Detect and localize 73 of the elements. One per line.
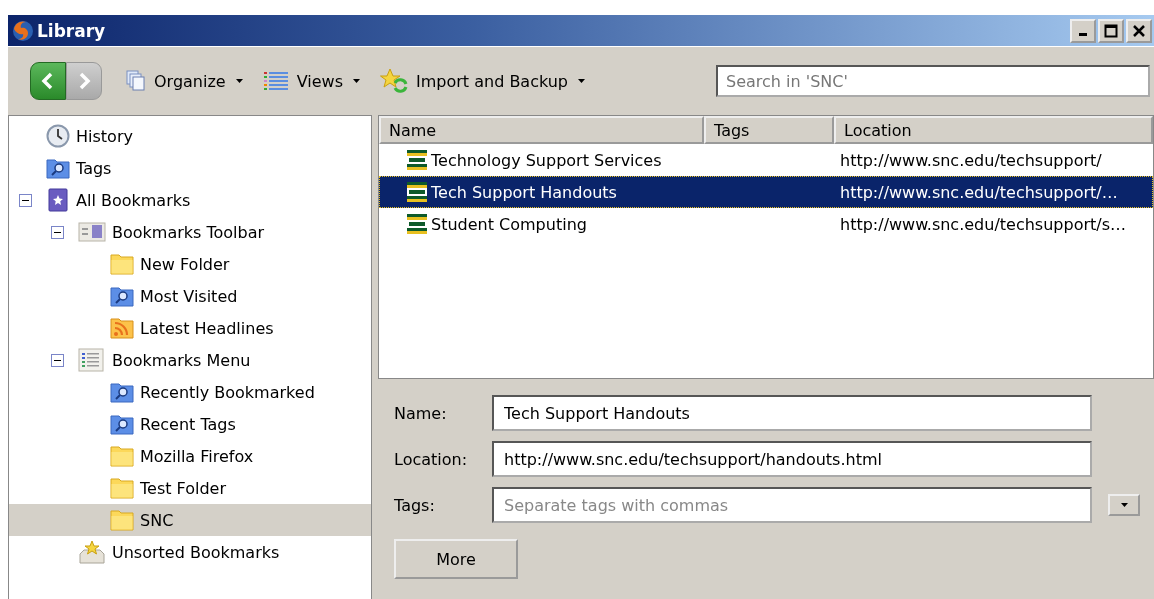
sidebar-item[interactable]: All Bookmarks: [9, 184, 371, 216]
sidebar-item[interactable]: Test Folder: [9, 472, 371, 504]
window-title: Library: [37, 20, 106, 41]
organize-menu-button[interactable]: Organize: [120, 66, 249, 96]
inbox-star-icon: [78, 540, 106, 564]
star-refresh-icon: [380, 68, 408, 94]
sidebar-item[interactable]: Most Visited: [9, 280, 371, 312]
minimize-icon: [1079, 33, 1087, 36]
bookmark-row[interactable]: Student Computing http://www.snc.edu/techsupport/s…: [379, 208, 1153, 240]
menu-list-icon: [78, 348, 106, 372]
bookmark-location: http://www.snc.edu/techsupport/: [840, 150, 1102, 170]
name-field[interactable]: Tech Support Handouts: [492, 395, 1092, 431]
folder-icon: [110, 444, 134, 468]
field-label: Location:: [394, 449, 469, 469]
search-folder-icon: [46, 156, 70, 180]
minimize-button[interactable]: [1070, 18, 1096, 43]
field-label: Tags:: [394, 495, 436, 515]
book-icon: [46, 188, 70, 212]
location-field[interactable]: http://www.snc.edu/techsupport/handouts.html: [492, 441, 1092, 477]
column-header[interactable]: Tags: [704, 116, 834, 144]
import-backup-menu-button[interactable]: Import and Backup: [374, 64, 592, 98]
tags-field[interactable]: Separate tags with commas: [492, 487, 1092, 523]
caret-icon: [235, 79, 243, 83]
back-button[interactable]: [30, 62, 66, 100]
bookmark-location: http://www.snc.edu/techsupport/s…: [840, 214, 1126, 234]
caret-icon: [1120, 503, 1128, 507]
sidebar-item[interactable]: Bookmarks Toolbar: [9, 216, 371, 248]
bookmark-location: http://www.snc.edu/techsupport/…: [840, 182, 1118, 202]
bookmark-row[interactable]: Tech Support Handouts http://www.snc.edu/techsupport/…: [379, 176, 1153, 208]
sidebar-item[interactable]: Unsorted Bookmarks: [9, 536, 371, 568]
site-icon: [407, 182, 427, 202]
views-menu-button[interactable]: Views: [256, 67, 366, 95]
toolbar-icon: [78, 220, 106, 244]
site-icon: [407, 214, 427, 234]
caret-icon: [353, 79, 360, 83]
sidebar-item[interactable]: Bookmarks Menu: [9, 344, 371, 376]
field-label: Name:: [394, 403, 448, 423]
sidebar-item[interactable]: Mozilla Firefox: [9, 440, 371, 472]
bookmark-name: Technology Support Services: [431, 150, 662, 170]
close-button[interactable]: [1126, 18, 1152, 43]
column-header[interactable]: Location: [834, 116, 1153, 144]
more-button[interactable]: More: [394, 539, 518, 579]
maximize-icon: [1104, 23, 1118, 38]
bookmark-name: Student Computing: [431, 214, 587, 234]
list-view-icon: [262, 71, 289, 91]
bookmark-name: Tech Support Handouts: [431, 182, 617, 202]
close-icon: [1132, 23, 1146, 38]
folder-icon: [110, 252, 134, 276]
sidebar-item[interactable]: New Folder: [9, 248, 371, 280]
sidebar-item[interactable]: Tags: [9, 152, 371, 184]
sidebar-item[interactable]: SNC: [9, 504, 371, 536]
dropdown-button[interactable]: [1108, 494, 1140, 516]
search-folder-icon: [110, 284, 134, 308]
search-folder-icon: [110, 380, 134, 404]
column-header[interactable]: Name: [379, 116, 704, 144]
stacked-pages-icon: [126, 70, 146, 92]
caret-icon: [578, 79, 586, 83]
collapse-toggle[interactable]: [51, 353, 64, 367]
folder-icon: [110, 476, 134, 500]
clock-icon: [46, 124, 70, 148]
site-icon: [407, 150, 427, 170]
sidebar-item[interactable]: Latest Headlines: [9, 312, 371, 344]
sidebar-item[interactable]: Recent Tags: [9, 408, 371, 440]
maximize-button[interactable]: [1098, 18, 1124, 43]
search-folder-icon: [110, 412, 134, 436]
sidebar-item[interactable]: History: [9, 120, 371, 152]
bookmark-row[interactable]: Technology Support Services http://www.snc.edu/techsupport/: [379, 144, 1153, 176]
search-field[interactable]: Search in 'SNC': [716, 65, 1150, 97]
folder-icon: [110, 508, 134, 532]
sidebar-item[interactable]: Recently Bookmarked: [9, 376, 371, 408]
collapse-toggle[interactable]: [51, 225, 64, 239]
collapse-toggle[interactable]: [19, 193, 32, 207]
feed-folder-icon: [110, 316, 134, 340]
